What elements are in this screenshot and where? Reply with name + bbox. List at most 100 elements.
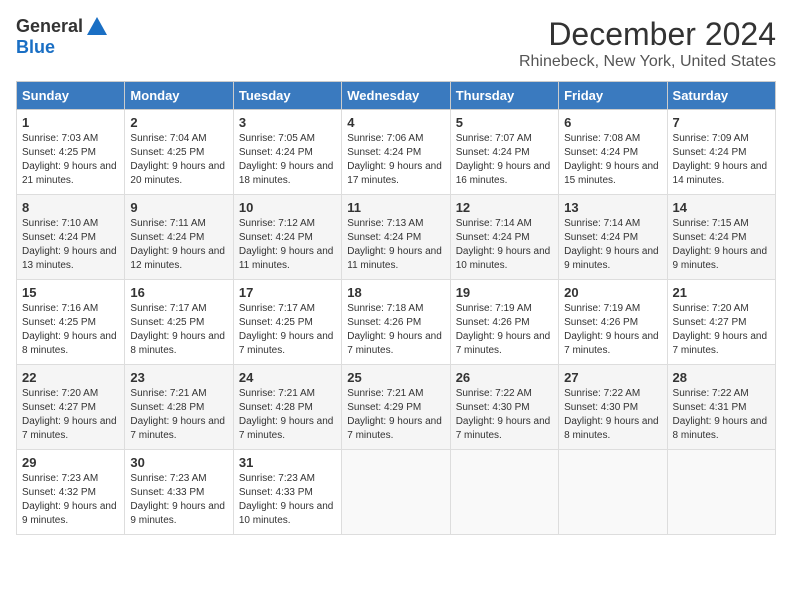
day-number: 6 [564, 115, 661, 130]
calendar-cell: 15 Sunrise: 7:16 AMSunset: 4:25 PMDayligh… [17, 280, 125, 365]
column-header-thursday: Thursday [450, 82, 558, 110]
calendar-cell: 27 Sunrise: 7:22 AMSunset: 4:30 PMDayligh… [559, 365, 667, 450]
day-info: Sunrise: 7:18 AMSunset: 4:26 PMDaylight:… [347, 303, 442, 356]
calendar-cell: 1 Sunrise: 7:03 AMSunset: 4:25 PMDaylight… [17, 110, 125, 195]
calendar-cell: 19 Sunrise: 7:19 AMSunset: 4:26 PMDayligh… [450, 280, 558, 365]
day-info: Sunrise: 7:11 AMSunset: 4:24 PMDaylight:… [130, 218, 225, 271]
day-number: 27 [564, 370, 661, 385]
calendar-cell: 8Sunrise: 7:10 AMSunset: 4:24 PMDaylight… [17, 195, 125, 280]
day-info: Sunrise: 7:17 AMSunset: 4:25 PMDaylight:… [239, 303, 334, 356]
day-info: Sunrise: 7:16 AMSunset: 4:25 PMDaylight:… [22, 303, 117, 356]
day-info: Sunrise: 7:10 AMSunset: 4:24 PMDaylight:… [22, 218, 117, 271]
calendar-cell [450, 450, 558, 535]
day-number: 21 [673, 285, 770, 300]
column-header-saturday: Saturday [667, 82, 775, 110]
day-info: Sunrise: 7:22 AMSunset: 4:30 PMDaylight:… [564, 388, 659, 441]
calendar-cell: 22 Sunrise: 7:20 AMSunset: 4:27 PMDayligh… [17, 365, 125, 450]
day-info: Sunrise: 7:12 AMSunset: 4:24 PMDaylight:… [239, 218, 334, 271]
day-info: Sunrise: 7:14 AMSunset: 4:24 PMDaylight:… [564, 218, 659, 271]
day-info: Sunrise: 7:22 AMSunset: 4:31 PMDaylight:… [673, 388, 768, 441]
title-area: December 2024 Rhinebeck, New York, Unite… [519, 16, 776, 71]
calendar-cell: 31 Sunrise: 7:23 AMSunset: 4:33 PMDayligh… [233, 450, 341, 535]
column-header-tuesday: Tuesday [233, 82, 341, 110]
calendar-cell: 6 Sunrise: 7:08 AMSunset: 4:24 PMDaylight… [559, 110, 667, 195]
day-info: Sunrise: 7:03 AMSunset: 4:25 PMDaylight:… [22, 133, 117, 186]
day-number: 3 [239, 115, 336, 130]
calendar-week-row: 8Sunrise: 7:10 AMSunset: 4:24 PMDaylight… [17, 195, 776, 280]
day-number: 14 [673, 200, 770, 215]
day-info: Sunrise: 7:20 AMSunset: 4:27 PMDaylight:… [673, 303, 768, 356]
day-info: Sunrise: 7:14 AMSunset: 4:24 PMDaylight:… [456, 218, 551, 271]
calendar-cell: 11Sunrise: 7:13 AMSunset: 4:24 PMDayligh… [342, 195, 450, 280]
day-number: 26 [456, 370, 553, 385]
calendar-cell: 26Sunrise: 7:22 AMSunset: 4:30 PMDayligh… [450, 365, 558, 450]
day-info: Sunrise: 7:08 AMSunset: 4:24 PMDaylight:… [564, 133, 659, 186]
column-header-wednesday: Wednesday [342, 82, 450, 110]
calendar-cell: 16Sunrise: 7:17 AMSunset: 4:25 PMDayligh… [125, 280, 233, 365]
day-number: 22 [22, 370, 119, 385]
day-number: 4 [347, 115, 444, 130]
day-number: 23 [130, 370, 227, 385]
day-info: Sunrise: 7:23 AMSunset: 4:33 PMDaylight:… [130, 473, 225, 526]
day-info: Sunrise: 7:05 AMSunset: 4:24 PMDaylight:… [239, 133, 334, 186]
calendar-cell: 24Sunrise: 7:21 AMSunset: 4:28 PMDayligh… [233, 365, 341, 450]
calendar-header-row: SundayMondayTuesdayWednesdayThursdayFrid… [17, 82, 776, 110]
calendar-cell: 4Sunrise: 7:06 AMSunset: 4:24 PMDaylight… [342, 110, 450, 195]
calendar-cell [559, 450, 667, 535]
calendar-cell: 3 Sunrise: 7:05 AMSunset: 4:24 PMDaylight… [233, 110, 341, 195]
calendar-cell: 13 Sunrise: 7:14 AMSunset: 4:24 PMDayligh… [559, 195, 667, 280]
calendar-cell: 25 Sunrise: 7:21 AMSunset: 4:29 PMDayligh… [342, 365, 450, 450]
day-number: 31 [239, 455, 336, 470]
calendar-week-row: 15 Sunrise: 7:16 AMSunset: 4:25 PMDayligh… [17, 280, 776, 365]
day-number: 2 [130, 115, 227, 130]
calendar-cell: 14 Sunrise: 7:15 AMSunset: 4:24 PMDayligh… [667, 195, 775, 280]
day-number: 18 [347, 285, 444, 300]
day-info: Sunrise: 7:21 AMSunset: 4:28 PMDaylight:… [239, 388, 334, 441]
calendar-cell: 5Sunrise: 7:07 AMSunset: 4:24 PMDaylight… [450, 110, 558, 195]
day-number: 12 [456, 200, 553, 215]
day-info: Sunrise: 7:19 AMSunset: 4:26 PMDaylight:… [456, 303, 551, 356]
day-number: 29 [22, 455, 119, 470]
calendar-week-row: 29 Sunrise: 7:23 AMSunset: 4:32 PMDayligh… [17, 450, 776, 535]
logo-triangle-icon [87, 17, 107, 35]
column-header-monday: Monday [125, 82, 233, 110]
calendar-cell: 23 Sunrise: 7:21 AMSunset: 4:28 PMDayligh… [125, 365, 233, 450]
day-info: Sunrise: 7:21 AMSunset: 4:28 PMDaylight:… [130, 388, 225, 441]
day-number: 25 [347, 370, 444, 385]
calendar-cell [667, 450, 775, 535]
calendar-cell: 17Sunrise: 7:17 AMSunset: 4:25 PMDayligh… [233, 280, 341, 365]
day-info: Sunrise: 7:17 AMSunset: 4:25 PMDaylight:… [130, 303, 225, 356]
calendar-cell: 21 Sunrise: 7:20 AMSunset: 4:27 PMDayligh… [667, 280, 775, 365]
day-info: Sunrise: 7:15 AMSunset: 4:24 PMDaylight:… [673, 218, 768, 271]
day-number: 5 [456, 115, 553, 130]
logo-general-text: General [16, 16, 83, 37]
calendar-cell: 18 Sunrise: 7:18 AMSunset: 4:26 PMDayligh… [342, 280, 450, 365]
day-number: 15 [22, 285, 119, 300]
day-number: 11 [347, 200, 444, 215]
calendar-week-row: 1 Sunrise: 7:03 AMSunset: 4:25 PMDaylight… [17, 110, 776, 195]
calendar-week-row: 22 Sunrise: 7:20 AMSunset: 4:27 PMDayligh… [17, 365, 776, 450]
day-info: Sunrise: 7:23 AMSunset: 4:32 PMDaylight:… [22, 473, 117, 526]
day-number: 19 [456, 285, 553, 300]
day-number: 28 [673, 370, 770, 385]
calendar-table: SundayMondayTuesdayWednesdayThursdayFrid… [16, 81, 776, 535]
calendar-cell: 28 Sunrise: 7:22 AMSunset: 4:31 PMDayligh… [667, 365, 775, 450]
page-subtitle: Rhinebeck, New York, United States [519, 53, 776, 71]
day-number: 13 [564, 200, 661, 215]
day-info: Sunrise: 7:20 AMSunset: 4:27 PMDaylight:… [22, 388, 117, 441]
calendar-cell: 10Sunrise: 7:12 AMSunset: 4:24 PMDayligh… [233, 195, 341, 280]
calendar-cell: 9Sunrise: 7:11 AMSunset: 4:24 PMDaylight… [125, 195, 233, 280]
page-header: General Blue December 2024 Rhinebeck, Ne… [16, 16, 776, 71]
column-header-friday: Friday [559, 82, 667, 110]
day-info: Sunrise: 7:23 AMSunset: 4:33 PMDaylight:… [239, 473, 334, 526]
day-info: Sunrise: 7:09 AMSunset: 4:24 PMDaylight:… [673, 133, 768, 186]
day-number: 1 [22, 115, 119, 130]
day-number: 30 [130, 455, 227, 470]
day-info: Sunrise: 7:21 AMSunset: 4:29 PMDaylight:… [347, 388, 442, 441]
logo-blue-text: Blue [16, 37, 55, 58]
page-title: December 2024 [519, 16, 776, 53]
day-info: Sunrise: 7:04 AMSunset: 4:25 PMDaylight:… [130, 133, 225, 186]
day-number: 7 [673, 115, 770, 130]
calendar-cell: 12 Sunrise: 7:14 AMSunset: 4:24 PMDayligh… [450, 195, 558, 280]
calendar-cell: 30 Sunrise: 7:23 AMSunset: 4:33 PMDayligh… [125, 450, 233, 535]
